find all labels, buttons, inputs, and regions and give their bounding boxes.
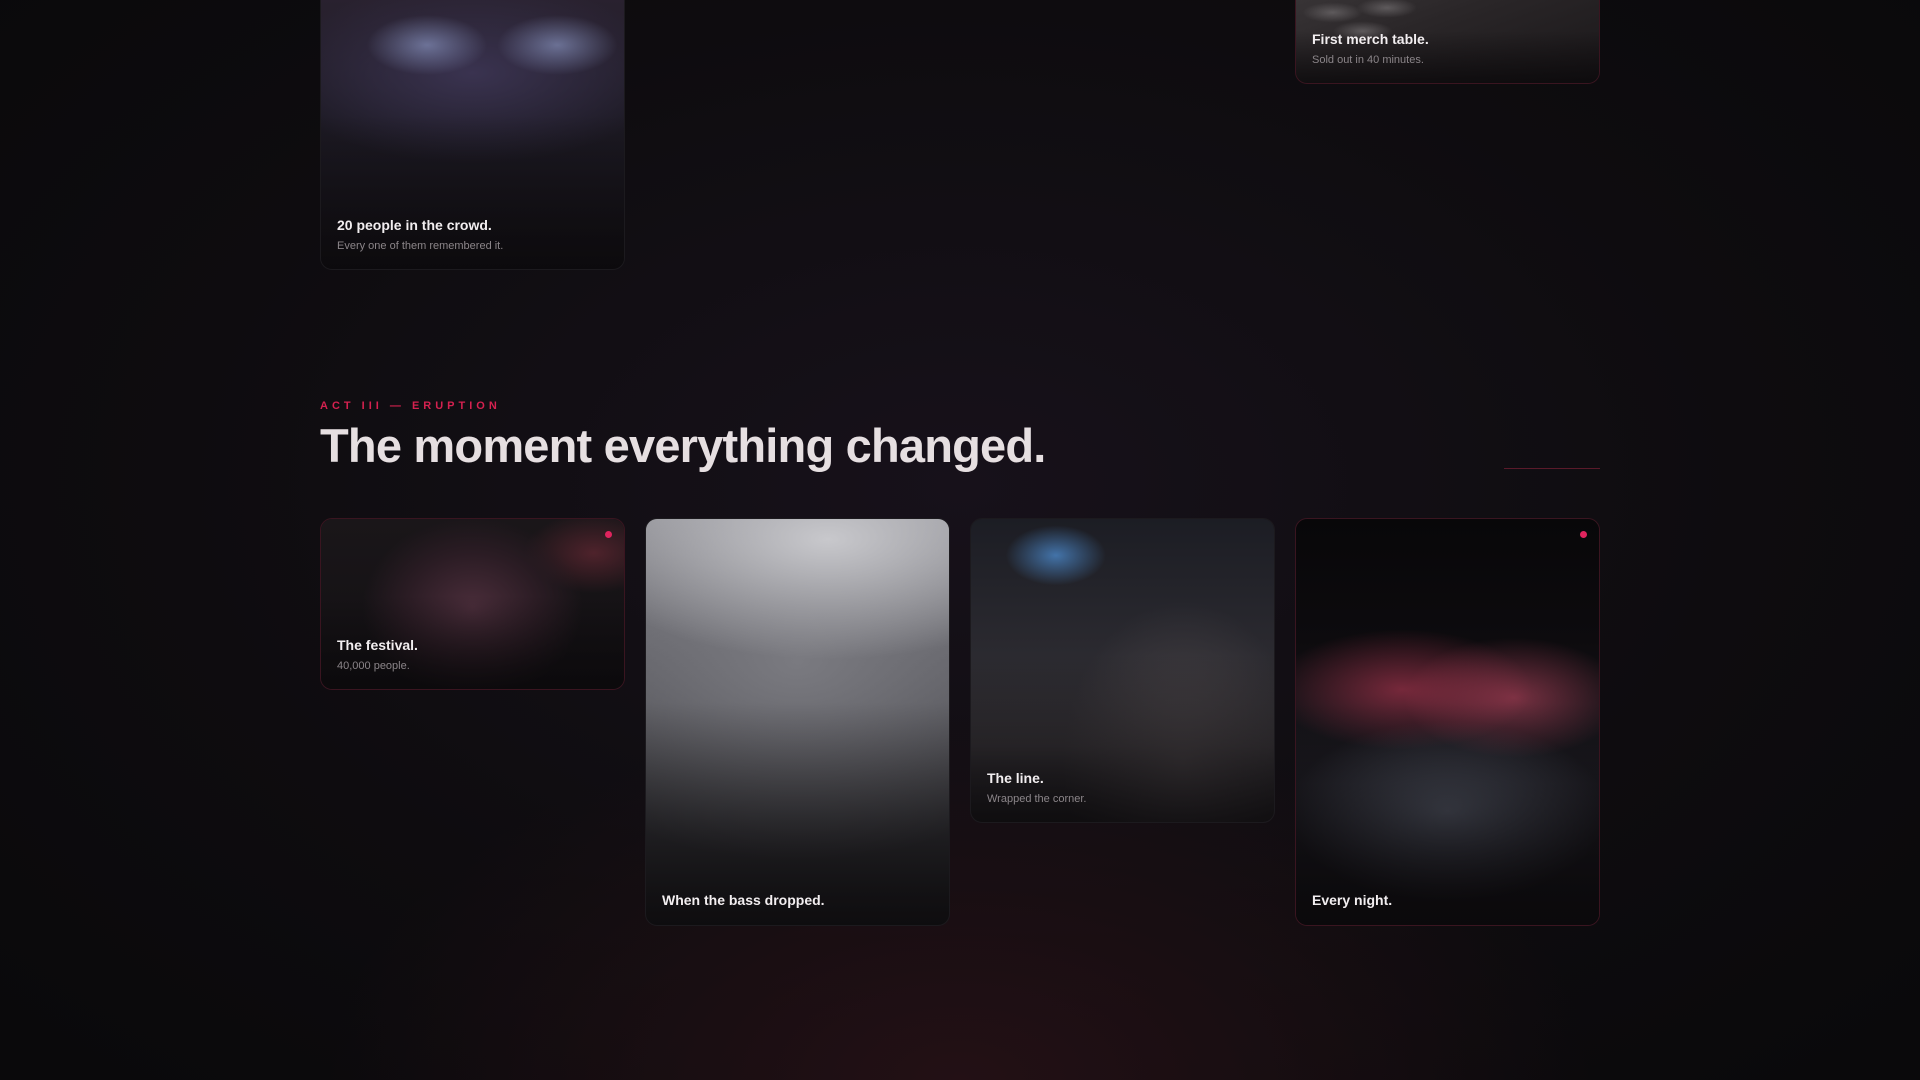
card-caption: The line. Wrapped the corner.	[987, 769, 1258, 806]
card-caption: When the bass dropped.	[662, 891, 933, 909]
card-title: The festival.	[337, 637, 418, 653]
photo-card-crowd[interactable]: 20 people in the crowd. Every one of the…	[320, 0, 625, 270]
card-subtitle: Wrapped the corner.	[987, 793, 1087, 805]
photo-card-bass[interactable]: When the bass dropped.	[645, 518, 950, 926]
photo-card-night[interactable]: Every night.	[1295, 518, 1600, 926]
card-caption: Every night.	[1312, 891, 1583, 909]
card-title: First merch table.	[1312, 31, 1429, 47]
card-caption: First merch table. Sold out in 40 minute…	[1312, 30, 1583, 67]
highlight-dot	[605, 531, 612, 538]
highlight-dot	[1580, 531, 1587, 538]
card-title: Every night.	[1312, 892, 1393, 908]
section-title: The moment everything changed.	[320, 419, 1046, 472]
card-caption: The festival. 40,000 people.	[337, 636, 608, 673]
card-subtitle: 40,000 people.	[337, 660, 410, 672]
section-eyebrow-label: ACT III — ERUPTION	[320, 400, 501, 412]
card-title: When the bass dropped.	[662, 892, 825, 908]
card-caption: 20 people in the crowd. Every one of the…	[337, 216, 608, 253]
photo-card-line[interactable]: The line. Wrapped the corner.	[970, 518, 1275, 823]
title-divider	[1504, 468, 1600, 469]
photo-card-festival[interactable]: The festival. 40,000 people.	[320, 518, 625, 690]
card-subtitle: Every one of them remembered it.	[337, 240, 504, 252]
card-title: The line.	[987, 770, 1044, 786]
card-title: 20 people in the crowd.	[337, 217, 492, 233]
card-subtitle: Sold out in 40 minutes.	[1312, 54, 1424, 66]
photo-card-merch[interactable]: First merch table. Sold out in 40 minute…	[1295, 0, 1600, 84]
